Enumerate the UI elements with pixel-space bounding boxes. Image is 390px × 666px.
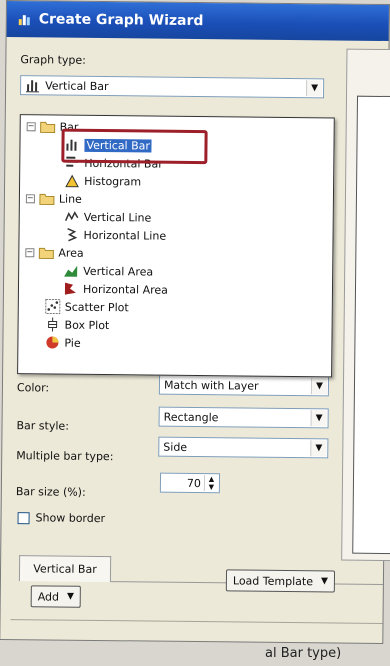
annotation-highlight-box xyxy=(61,128,208,165)
tree-item-label: Histogram xyxy=(84,174,142,188)
tree-item-label: Horizontal Area xyxy=(82,282,169,297)
bar-size-value: 70 xyxy=(186,476,202,490)
vertical-area-icon xyxy=(64,265,78,277)
folder-icon xyxy=(38,247,54,260)
tree-item-vertical-line[interactable]: Vertical Line xyxy=(64,208,152,227)
tree-item-box-plot[interactable]: Box Plot xyxy=(45,315,110,334)
tree-item-label: Vertical Area xyxy=(83,264,154,279)
scatter-plot-icon xyxy=(45,298,61,315)
tree-item-label: Pie xyxy=(64,336,81,350)
create-graph-wizard-window: Create Graph Wizard Graph type: Vertical… xyxy=(0,0,390,644)
tree-item-scatter-plot[interactable]: Scatter Plot xyxy=(45,297,129,316)
tree-item-label: Scatter Plot xyxy=(64,300,129,314)
collapse-icon[interactable]: − xyxy=(26,121,36,131)
add-label: Add xyxy=(37,589,60,604)
vertical-bar-icon xyxy=(26,80,40,93)
tree-item-pie[interactable]: Pie xyxy=(44,333,81,351)
graph-type-label: Graph type: xyxy=(20,53,86,67)
horizontal-area-icon xyxy=(64,282,76,295)
tree-group-label: Line xyxy=(58,192,82,206)
box-plot-icon xyxy=(48,317,58,332)
tree-item-horizontal-line[interactable]: Horizontal Line xyxy=(63,226,166,245)
collapse-icon[interactable]: − xyxy=(25,193,35,203)
bar-size-spinner[interactable]: 70 ▲ ▼ xyxy=(159,472,221,494)
load-template-label: Load Template xyxy=(232,573,314,588)
multiple-bar-type-label: Multiple bar type: xyxy=(16,449,114,464)
bar-style-value: Rectangle xyxy=(163,410,219,424)
title-bar: Create Graph Wizard xyxy=(6,1,389,42)
chevron-down-icon[interactable]: ▼ xyxy=(310,440,327,457)
graph-type-select[interactable]: Vertical Bar ▼ xyxy=(20,75,325,99)
pie-chart-icon xyxy=(46,336,59,349)
multiple-bar-type-select[interactable]: Side ▼ xyxy=(158,436,329,459)
tab-vertical-bar[interactable]: Vertical Bar xyxy=(18,555,112,583)
horizontal-line-icon xyxy=(67,227,78,242)
figure-caption-fragment: al Bar type) xyxy=(265,646,342,661)
multiple-bar-type-value: Side xyxy=(163,440,188,454)
tree-item-histogram[interactable]: Histogram xyxy=(64,172,141,191)
color-value: Match with Layer xyxy=(163,378,259,393)
collapse-icon[interactable]: − xyxy=(25,247,35,257)
tree-group-label: Area xyxy=(58,246,84,260)
chevron-down-icon: ▼ xyxy=(66,591,75,602)
show-border-label: Show border xyxy=(35,511,106,526)
chevron-down-icon[interactable]: ▼ xyxy=(306,80,323,97)
tree-item-label: Vertical Line xyxy=(83,210,152,225)
tree-item-label: Box Plot xyxy=(64,318,110,332)
tree-group-area[interactable]: − Area xyxy=(25,243,84,262)
bar-size-label: Bar size (%): xyxy=(15,485,86,499)
chevron-down-icon: ▼ xyxy=(320,576,328,587)
bar-style-label: Bar style: xyxy=(16,419,69,433)
histogram-icon xyxy=(65,174,79,188)
graph-wizard-icon xyxy=(18,15,30,26)
graph-preview-area xyxy=(352,95,390,555)
show-border-checkbox[interactable]: Show border xyxy=(17,511,106,526)
bar-style-select[interactable]: Rectangle ▼ xyxy=(158,406,329,429)
tree-item-vertical-area[interactable]: Vertical Area xyxy=(63,262,153,281)
tab-label: Vertical Bar xyxy=(33,562,97,576)
folder-icon xyxy=(40,121,56,134)
tree-item-horizontal-area[interactable]: Horizontal Area xyxy=(63,280,168,299)
folder-icon xyxy=(39,193,55,206)
tree-group-line[interactable]: − Line xyxy=(25,189,82,208)
graph-type-selected: Vertical Bar xyxy=(45,78,109,93)
spinner-arrows-icon[interactable]: ▲ ▼ xyxy=(203,475,219,492)
add-button[interactable]: Add ▼ xyxy=(30,585,82,608)
chevron-down-icon[interactable]: ▼ xyxy=(310,378,328,395)
tree-item-label: Horizontal Line xyxy=(83,228,167,243)
color-select[interactable]: Match with Layer ▼ xyxy=(158,374,330,397)
window-title: Create Graph Wizard xyxy=(38,11,204,30)
color-label: Color: xyxy=(16,381,50,395)
chevron-down-icon[interactable]: ▼ xyxy=(310,410,327,427)
preview-pane xyxy=(341,48,390,562)
checkbox-box[interactable] xyxy=(17,511,30,524)
load-template-button[interactable]: Load Template ▼ xyxy=(225,569,336,593)
vertical-line-icon xyxy=(65,211,79,221)
footer-divider xyxy=(10,619,383,624)
